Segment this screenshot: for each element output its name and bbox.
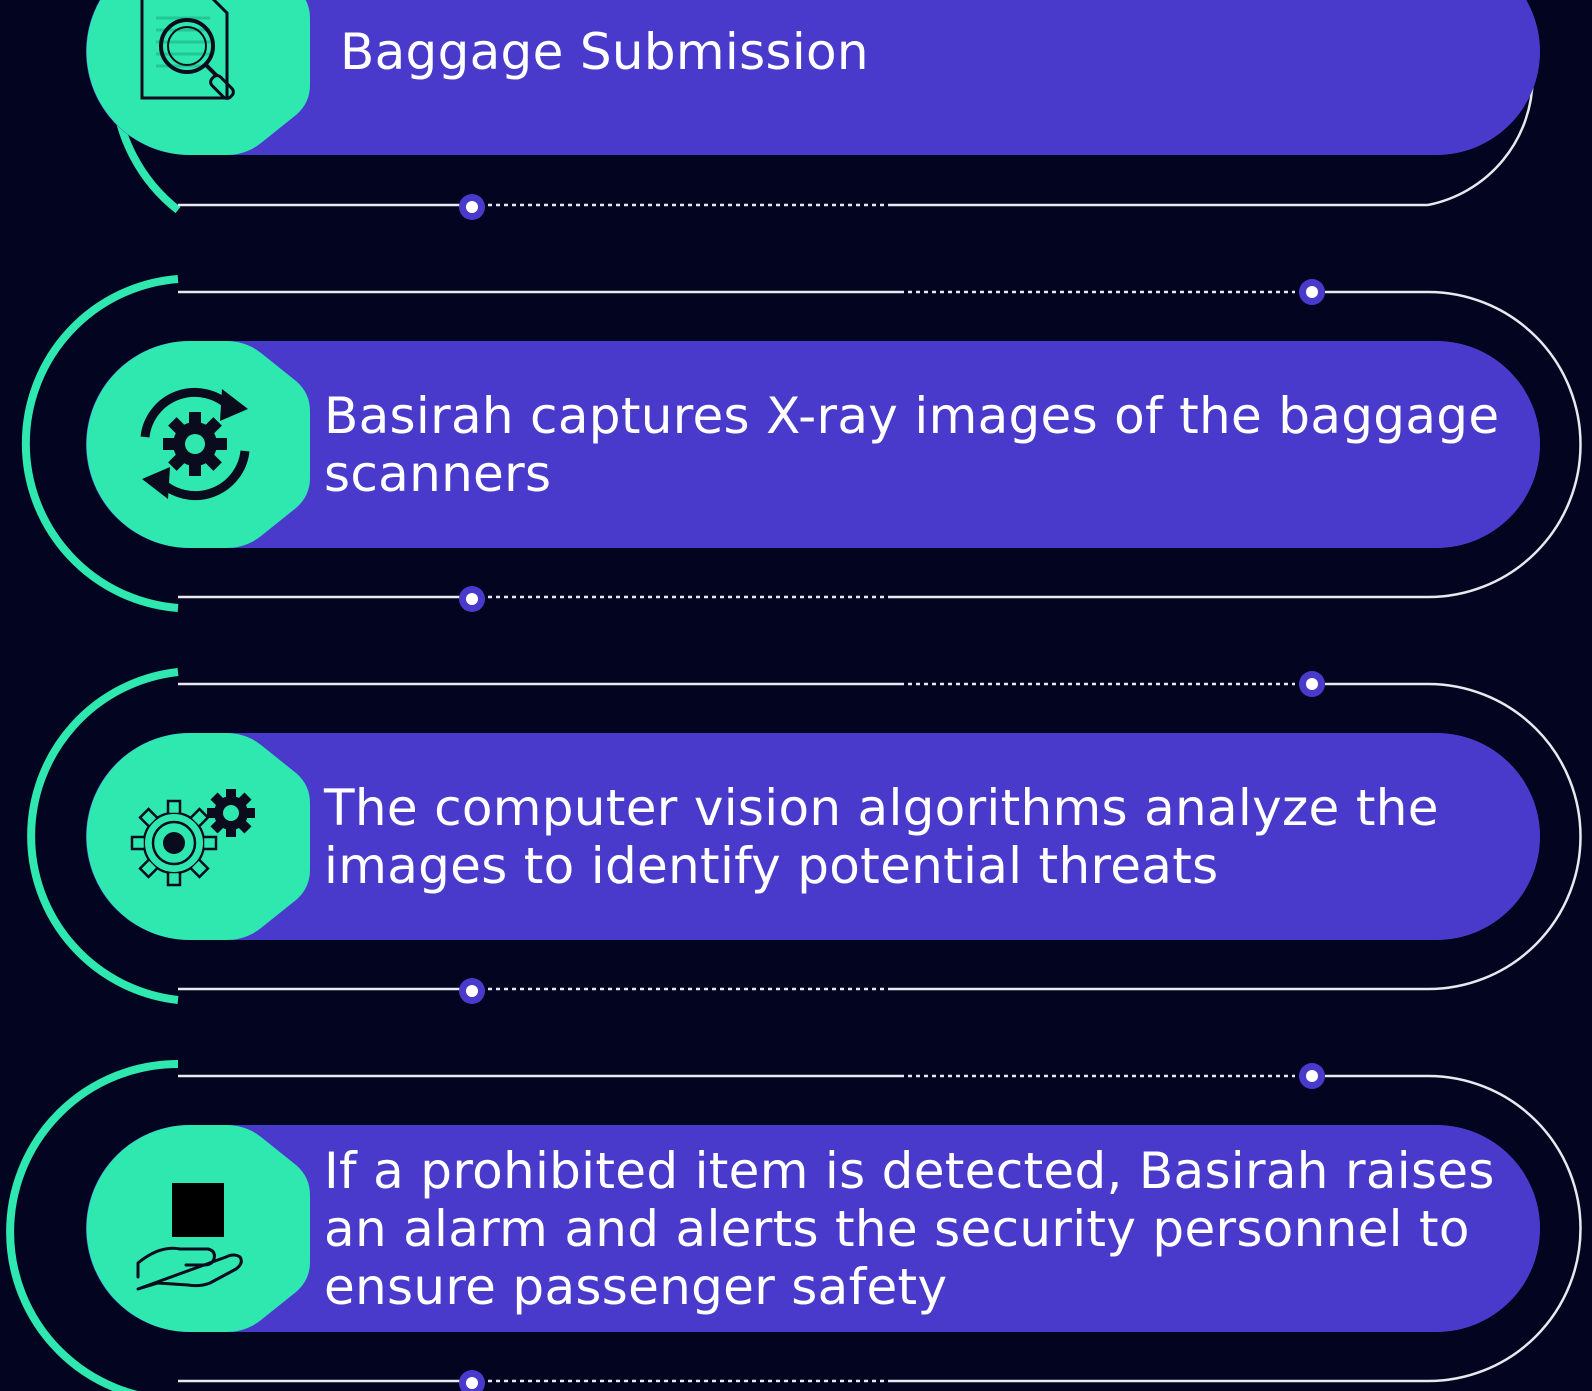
gear-refresh-icon	[140, 387, 250, 501]
step-text: Baggage Submission	[340, 22, 869, 81]
step-alarm-alert: If a prohibited item is detected, Basira…	[86, 1125, 1540, 1332]
step-xray-capture: Basirah captures X-ray images of the bag…	[86, 341, 1540, 548]
step-text: The computer vision algorithms analyze t…	[324, 778, 1439, 895]
process-flow-diagram: Baggage Submission Basirah captures X-ra…	[0, 0, 1592, 1391]
step-text: Basirah captures X-ray images of the bag…	[324, 386, 1500, 503]
step-baggage-submission: Baggage Submission	[86, 0, 1540, 155]
hand-with-item-icon	[136, 1183, 243, 1291]
step-vision-analysis: The computer vision algorithms analyze t…	[86, 733, 1540, 940]
step-text: If a prohibited item is detected, Basira…	[324, 1141, 1495, 1316]
document-search-icon	[140, 0, 235, 100]
gears-icon	[130, 789, 255, 887]
